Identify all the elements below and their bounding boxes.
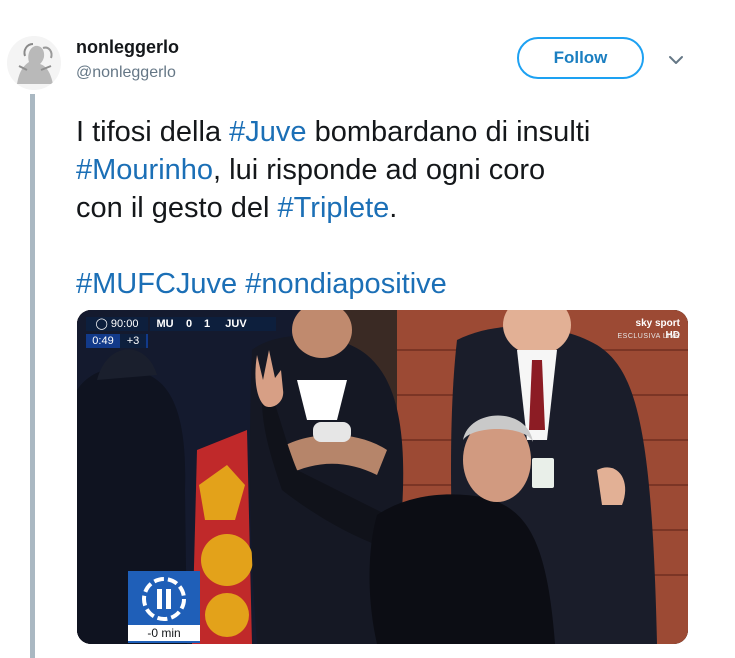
hashtag-link[interactable]: #Mourinho — [76, 154, 213, 186]
avatar[interactable] — [7, 36, 61, 90]
home-team: MU — [156, 318, 174, 330]
text-segment: con il gesto del — [76, 192, 278, 224]
clock-value: 90:00 — [110, 318, 139, 330]
hashtag-link[interactable]: #MUFCJuve — [76, 268, 237, 300]
tweet-text-line: I tifosi della #Juve bombardano di insul… — [76, 113, 716, 151]
thread-line — [30, 94, 35, 658]
tweet-text-line: #Mourinho, lui risponde ad ogni coro — [76, 151, 716, 189]
hashtag-link[interactable]: #Juve — [229, 116, 306, 148]
scoreboard-teams: MU 0 1 JUV — [150, 317, 276, 331]
text-segment: , lui risponde ad ogni coro — [213, 154, 546, 186]
text-segment: bombardano di insulti — [306, 116, 591, 148]
tweet-text-line: con il gesto del #Triplete. — [76, 189, 716, 227]
away-score: 1 — [203, 318, 211, 330]
clock-icon: ◯ — [95, 318, 108, 330]
channel-subtitle: ESCLUSIVA LIVE — [617, 333, 680, 340]
tweet-hashtags-line: #MUFCJuve #nondiapositive — [76, 265, 716, 303]
chevron-down-icon[interactable] — [667, 53, 685, 65]
follow-button[interactable]: Follow — [517, 37, 644, 79]
author-handle[interactable]: @nonleggerlo — [76, 64, 176, 82]
tweet-text: I tifosi della #Juve bombardano di insul… — [76, 113, 716, 303]
match-clock: ◯ 90:00 — [86, 317, 148, 331]
text-segment: I tifosi della — [76, 116, 230, 148]
author-display-name[interactable]: nonleggerlo — [76, 37, 179, 58]
stoppage-elapsed: 0:49 — [92, 335, 114, 347]
home-score: 0 — [185, 318, 193, 330]
hashtag-link[interactable]: #nondiapositive — [245, 268, 447, 300]
hashtag-link[interactable]: #Triplete — [278, 192, 390, 224]
pause-icon — [142, 577, 186, 621]
stoppage-added: +3 — [120, 334, 146, 348]
away-team: JUV — [225, 318, 247, 330]
channel-logo: sky sport HD — [635, 318, 680, 341]
stoppage-time: 0:49 +3 — [86, 334, 148, 348]
text-segment: . — [389, 192, 398, 224]
pause-time-label: -0 min — [128, 625, 200, 641]
